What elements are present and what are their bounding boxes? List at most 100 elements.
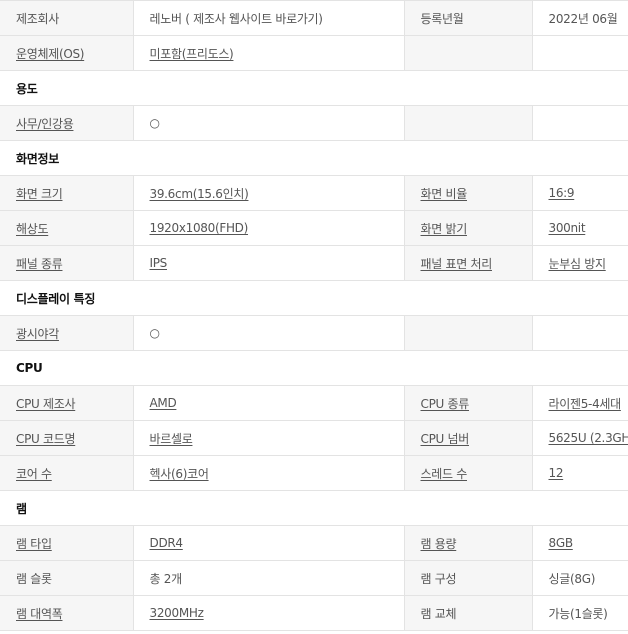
spec-table: 제조회사 레노버 ( 제조사 웹사이트 바로가기) 등록년월 2022년 06월… <box>0 0 628 631</box>
section-row: CPU <box>0 350 628 386</box>
label-threads-link[interactable]: 스레드 수 <box>421 467 468 481</box>
spec-label-empty <box>404 105 533 141</box>
section-title-display-features: 디스플레이 특징 <box>0 280 628 316</box>
spec-label: 램 교체 <box>404 595 533 631</box>
value-cores-link[interactable]: 헥사(6)코어 <box>150 467 209 481</box>
value-screen-size-link[interactable]: 39.6cm(15.6인치) <box>150 187 249 201</box>
label-cpu-type-link[interactable]: CPU 종류 <box>421 397 470 411</box>
value-cpu-maker-link[interactable]: AMD <box>150 396 177 410</box>
value-ram-config: 싱글(8G) <box>548 571 596 586</box>
manufacturer-website-link[interactable]: 레노버 ( 제조사 웹사이트 바로가기) <box>150 12 323 26</box>
value-ram-capacity-link[interactable]: 8GB <box>549 536 574 550</box>
spec-value: 라이젠5-4세대 <box>532 385 628 421</box>
spec-value: AMD <box>133 385 405 421</box>
supported-mark: ○ <box>149 116 160 130</box>
label-office-study-link[interactable]: 사무/인강용 <box>16 117 74 131</box>
spec-value: 39.6cm(15.6인치) <box>133 175 405 211</box>
spec-label: 스레드 수 <box>404 455 533 491</box>
value-cpu-codename-link[interactable]: 바르셀로 <box>150 432 193 446</box>
value-panel-type-link[interactable]: IPS <box>150 256 168 270</box>
value-ram-slots: 총 2개 <box>149 571 183 586</box>
label-cpu-codename-link[interactable]: CPU 코드명 <box>16 432 76 446</box>
supported-mark: ○ <box>149 326 160 340</box>
spec-label: 코어 수 <box>0 455 134 491</box>
spec-value-empty <box>532 35 628 71</box>
label-os-link[interactable]: 운영체제(OS) <box>16 47 84 61</box>
value-aspect-ratio-link[interactable]: 16:9 <box>549 186 575 200</box>
label-manufacturer: 제조회사 <box>16 11 59 26</box>
value-cpu-number-link[interactable]: 5625U (2.3GHz) <box>549 431 628 445</box>
spec-label: 램 구성 <box>404 560 533 596</box>
value-brightness-link[interactable]: 300nit <box>549 221 586 235</box>
spec-value: IPS <box>133 245 405 281</box>
spec-value: 300nit <box>532 210 628 246</box>
spec-value: 가능(1슬롯) <box>532 595 628 631</box>
spec-row: CPU 제조사 AMD CPU 종류 라이젠5-4세대 <box>0 385 628 421</box>
label-aspect-ratio-link[interactable]: 화면 비율 <box>421 187 468 201</box>
value-panel-surface-link[interactable]: 눈부심 방지 <box>549 257 607 271</box>
spec-label: 패널 표면 처리 <box>404 245 533 281</box>
label-resolution-link[interactable]: 해상도 <box>16 222 49 236</box>
spec-row: CPU 코드명 바르셀로 CPU 넘버 5625U (2.3GHz) <box>0 420 628 456</box>
spec-value: 미포함(프리도스) <box>133 35 405 71</box>
section-row: 디스플레이 특징 <box>0 280 628 316</box>
spec-label: 화면 밝기 <box>404 210 533 246</box>
spec-label: 제조회사 <box>0 0 134 36</box>
spec-value: 헥사(6)코어 <box>133 455 405 491</box>
value-ram-replace: 가능(1슬롯) <box>548 606 608 621</box>
spec-value: 2022년 06월 <box>532 0 628 36</box>
value-resolution-link[interactable]: 1920x1080(FHD) <box>150 221 249 235</box>
label-wide-viewing-link[interactable]: 광시야각 <box>16 327 59 341</box>
value-ram-bandwidth-link[interactable]: 3200MHz <box>150 606 204 620</box>
spec-row: 화면 크기 39.6cm(15.6인치) 화면 비율 16:9 <box>0 175 628 211</box>
spec-row: 패널 종류 IPS 패널 표면 처리 눈부심 방지 <box>0 245 628 281</box>
section-title-cpu: CPU <box>0 350 628 386</box>
spec-value: 1920x1080(FHD) <box>133 210 405 246</box>
spec-value: 바르셀로 <box>133 420 405 456</box>
spec-value: 싱글(8G) <box>532 560 628 596</box>
spec-label: 사무/인강용 <box>0 105 134 141</box>
spec-row: 램 타입 DDR4 램 용량 8GB <box>0 525 628 561</box>
value-os-link[interactable]: 미포함(프리도스) <box>150 47 234 61</box>
spec-value: 16:9 <box>532 175 628 211</box>
spec-label: 광시야각 <box>0 315 134 351</box>
spec-label: CPU 코드명 <box>0 420 134 456</box>
label-screen-size-link[interactable]: 화면 크기 <box>16 187 63 201</box>
spec-value: 8GB <box>532 525 628 561</box>
label-ram-slots: 램 슬롯 <box>16 571 52 586</box>
section-row: 용도 <box>0 70 628 106</box>
label-cpu-number-link[interactable]: CPU 넘버 <box>421 432 470 446</box>
spec-row: 해상도 1920x1080(FHD) 화면 밝기 300nit <box>0 210 628 246</box>
section-title-usage: 용도 <box>0 70 628 106</box>
spec-label: CPU 제조사 <box>0 385 134 421</box>
label-ram-type-link[interactable]: 램 타입 <box>16 537 52 551</box>
value-cpu-type-link[interactable]: 라이젠5-4세대 <box>549 397 622 411</box>
spec-value: 눈부심 방지 <box>532 245 628 281</box>
label-ram-capacity-link[interactable]: 램 용량 <box>421 537 457 551</box>
spec-label: 운영체제(OS) <box>0 35 134 71</box>
label-cores-link[interactable]: 코어 수 <box>16 467 52 481</box>
label-ram-config: 램 구성 <box>420 571 457 586</box>
spec-row: 광시야각 ○ <box>0 315 628 351</box>
spec-label: 해상도 <box>0 210 134 246</box>
label-ram-bandwidth-link[interactable]: 램 대역폭 <box>16 607 63 621</box>
spec-label-empty <box>404 315 533 351</box>
label-panel-type-link[interactable]: 패널 종류 <box>16 257 63 271</box>
label-cpu-maker-link[interactable]: CPU 제조사 <box>16 397 76 411</box>
spec-value-empty <box>532 315 628 351</box>
section-title-screen: 화면정보 <box>0 140 628 176</box>
label-panel-surface-link[interactable]: 패널 표면 처리 <box>421 257 493 271</box>
spec-label-empty <box>404 35 533 71</box>
spec-value: 5625U (2.3GHz) <box>532 420 628 456</box>
spec-value: DDR4 <box>133 525 405 561</box>
spec-label: CPU 종류 <box>404 385 533 421</box>
spec-row: 제조회사 레노버 ( 제조사 웹사이트 바로가기) 등록년월 2022년 06월 <box>0 0 628 36</box>
value-registration-date: 2022년 06월 <box>548 11 618 26</box>
value-ram-type-link[interactable]: DDR4 <box>150 536 184 550</box>
value-threads-link[interactable]: 12 <box>549 466 564 480</box>
label-registration-date: 등록년월 <box>420 11 464 26</box>
label-ram-replace: 램 교체 <box>420 606 457 621</box>
label-brightness-link[interactable]: 화면 밝기 <box>421 222 468 236</box>
spec-value: ○ <box>133 105 405 141</box>
spec-value: 3200MHz <box>133 595 405 631</box>
